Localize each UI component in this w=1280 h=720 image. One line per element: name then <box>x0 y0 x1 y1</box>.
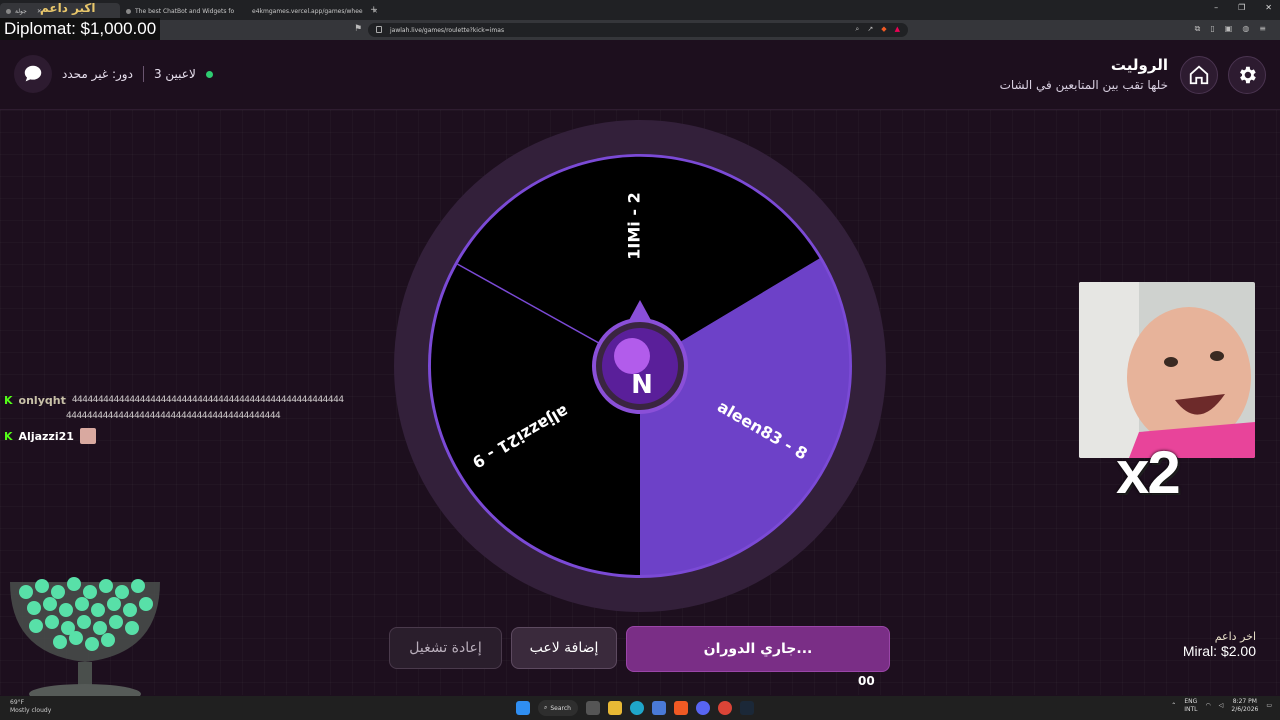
app-header: الروليت خلها تقب بين المتابعين في الشات … <box>0 40 1280 110</box>
last-supporter-widget: اخر داعم Miral: $2.00 <box>1183 630 1256 659</box>
chat-username: onlyqht <box>18 393 66 407</box>
spin-button[interactable]: جاري الدوران... <box>626 626 890 672</box>
home-icon <box>1189 65 1209 85</box>
file-explorer-icon[interactable] <box>608 701 622 715</box>
steam-icon[interactable] <box>740 701 754 715</box>
avatar-hair <box>614 338 650 374</box>
kick-badge-icon: K <box>4 429 13 443</box>
multiplier-label: x2 <box>1116 439 1181 506</box>
last-supporter-label: اخر داعم <box>1214 630 1256 643</box>
windows-start-icon[interactable] <box>516 701 530 715</box>
weather-temp: 69°F <box>10 699 25 706</box>
brave-shield-icon[interactable]: ◆ <box>881 25 886 34</box>
site-info-icon[interactable] <box>376 26 382 33</box>
tab-title: e4kmgames.vercel.app/games/whee <box>252 7 363 15</box>
chat-overlay: K onlyqht 444444444444444444444444444444… <box>4 392 344 444</box>
share-icon[interactable]: ↗ <box>867 25 873 34</box>
task-view-icon[interactable] <box>586 701 600 715</box>
wheel-svg: 1IMi - 2 aleen83 - 8 aljazzi21 - 9 N <box>394 120 886 612</box>
settings-button[interactable] <box>1228 56 1266 94</box>
browser-tab[interactable]: e4kmgames.vercel.app/games/whee ✕ <box>242 3 378 19</box>
ticker-text: 00 <box>858 674 875 688</box>
taskbar-apps: ⌕ Search <box>516 700 754 716</box>
url-text: jawlah.live/games/roulette?kick=imas <box>390 26 505 34</box>
address-bar-row: ⚑ jawlah.live/games/roulette?kick=imas ⌕… <box>0 20 1280 40</box>
clock-time: 8:27 PM <box>1232 698 1257 705</box>
baby-emote-image <box>1079 282 1255 458</box>
discord-icon[interactable] <box>696 701 710 715</box>
new-tab-icon[interactable]: + <box>370 5 378 15</box>
maximize-icon[interactable]: ❐ <box>1238 3 1245 12</box>
weather-widget[interactable]: 69°F Mostly cloudy <box>10 699 51 715</box>
search-icon: ⌕ <box>544 704 548 711</box>
weather-desc: Mostly cloudy <box>10 707 52 714</box>
restart-button[interactable]: إعادة تشغيل <box>389 627 502 669</box>
language-code: ENG <box>1184 698 1198 705</box>
page-title: الروليت <box>1110 56 1168 74</box>
chat-bubble-icon <box>24 65 42 82</box>
tab-title: جولة <box>15 7 27 15</box>
top-supporter-label: اكبر داعم <box>40 1 96 15</box>
volume-icon[interactable]: ◁ <box>1219 702 1224 710</box>
chat-username: Aljazzi21 <box>18 429 74 443</box>
players-count: 3 لاعبين <box>153 67 196 81</box>
last-supporter-value: Miral: $2.00 <box>1182 643 1256 659</box>
edge-icon[interactable] <box>630 701 644 715</box>
sidebar-icon[interactable]: ▯ <box>1210 24 1214 34</box>
brave-icon[interactable] <box>674 701 688 715</box>
chat-message: K onlyqht 444444444444444444444444444444… <box>4 392 344 408</box>
home-button[interactable] <box>1180 56 1218 94</box>
chat-toggle-button[interactable] <box>14 55 52 93</box>
wallet-icon[interactable]: ▣ <box>1225 24 1233 34</box>
region-code: INTL <box>1184 706 1198 713</box>
kick-badge-icon: K <box>4 393 13 407</box>
chrome-icon[interactable] <box>718 701 732 715</box>
add-player-button[interactable]: إضافة لاعب <box>511 627 617 669</box>
close-window-icon[interactable]: ✕ <box>1265 3 1272 12</box>
clock-date: 2/6/2026 <box>1231 706 1259 713</box>
chat-text: 4444444444444444444444444444444444444444… <box>66 411 281 421</box>
chat-message: K Aljazzi21 <box>4 428 344 444</box>
tab-title: The best ChatBot and Widgets fo <box>135 7 235 15</box>
gear-icon <box>1240 66 1256 84</box>
taskbar-search[interactable]: ⌕ Search <box>538 700 578 716</box>
diplomat-overlay: Diplomat: $1,000.00 <box>0 18 161 40</box>
roulette-wheel[interactable]: 1IMi - 2 aleen83 - 8 aljazzi21 - 9 N <box>392 118 888 614</box>
tab-favicon-icon <box>6 8 11 14</box>
bookmark-icon[interactable]: ⚑ <box>354 24 362 34</box>
menu-icon[interactable]: ≡ <box>1259 24 1266 34</box>
vpn-icon[interactable]: ◍ <box>1242 24 1249 34</box>
system-tray: ⌃ ENG INTL ◠ ◁ 8:27 PM 2/6/2026 ▭ <box>1171 698 1272 714</box>
tray-chevron-icon[interactable]: ⌃ <box>1171 702 1176 710</box>
extensions-icon[interactable]: ⧉ <box>1195 24 1201 34</box>
segment-label: 1IMi - 2 <box>625 192 644 259</box>
window-controls: – ❐ ✕ <box>1214 3 1272 12</box>
tab-favicon-icon <box>126 8 131 14</box>
notification-icon[interactable]: ▭ <box>1266 702 1272 710</box>
chat-text: 4444444444444444444444444444444444444444… <box>71 395 344 405</box>
network-icon[interactable]: ◠ <box>1206 702 1211 710</box>
page-subtitle: خلها تقب بين المتابعين في الشات <box>999 78 1168 92</box>
turn-label: دور: غير محدد <box>62 67 133 81</box>
game-status: دور: غير محدد 3 لاعبين <box>14 55 213 93</box>
url-input[interactable]: jawlah.live/games/roulette?kick=imas ⌕ ↗… <box>368 23 908 37</box>
avatar-logo-icon: N <box>631 370 653 400</box>
browser-tab-bar: جولة ✕ The best ChatBot and Widgets fo e… <box>0 0 1280 20</box>
search-label: Search <box>550 704 571 712</box>
store-icon[interactable] <box>652 701 666 715</box>
zoom-icon[interactable]: ⌕ <box>855 25 859 34</box>
divider <box>142 66 144 82</box>
clock[interactable]: 8:27 PM 2/6/2026 <box>1231 698 1258 714</box>
browser-toolbar-icons: ⧉ ▯ ▣ ◍ ≡ <box>1195 24 1266 34</box>
windows-taskbar: 69°F Mostly cloudy ⌕ Search ⌃ ENG INTL ◠… <box>0 696 1280 720</box>
chat-emote-icon <box>79 428 96 444</box>
online-indicator <box>205 70 213 78</box>
language-indicator[interactable]: ENG INTL <box>1184 698 1197 714</box>
brave-rewards-icon[interactable]: ▲ <box>895 25 900 34</box>
minimize-icon[interactable]: – <box>1214 3 1218 12</box>
chat-message: 4444444444444444444444444444444444444444… <box>4 408 344 424</box>
emote-svg <box>1079 282 1255 458</box>
browser-tab[interactable]: The best ChatBot and Widgets fo <box>120 3 242 19</box>
